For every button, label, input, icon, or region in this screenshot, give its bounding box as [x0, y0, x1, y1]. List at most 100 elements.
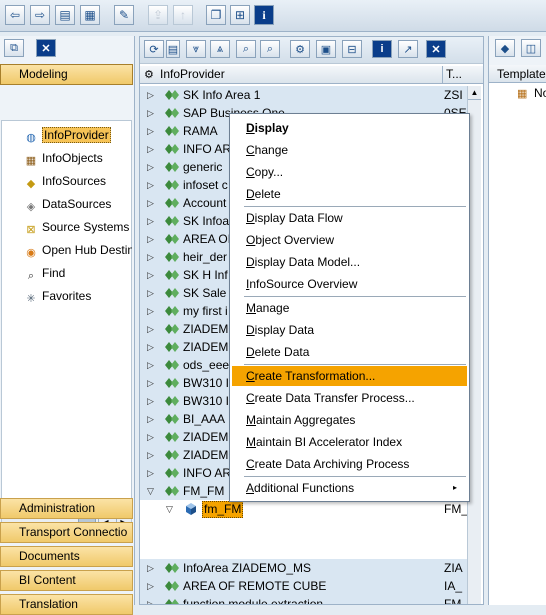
menu-item-manage[interactable]: Manage	[232, 298, 467, 318]
menu-item-create-dtp[interactable]: Create Data Transfer Process...	[232, 388, 467, 408]
pencil-icon[interactable]: ✎	[114, 5, 134, 25]
expand-node-icon[interactable]: ▷	[147, 595, 154, 604]
find-next-icon[interactable]: ⌕	[260, 40, 280, 58]
up-arrow-icon[interactable]: ↑	[173, 5, 193, 25]
tree-row-infocube[interactable]: ▽ fm_FM FM_	[140, 500, 467, 518]
expand-node-icon[interactable]: ▷	[147, 230, 154, 248]
find-icon[interactable]: ⌕	[236, 40, 256, 58]
menu-item-display-data[interactable]: Display Data	[232, 320, 467, 340]
nav-item-favorites[interactable]: ✳ Favorites	[24, 287, 132, 305]
menu-item-display[interactable]: Display	[232, 118, 467, 138]
expand-node-icon[interactable]: ▷	[147, 266, 154, 284]
nav-item-open-hub-destin[interactable]: ◉ Open Hub Destin	[24, 241, 132, 259]
nav-item-infoobjects[interactable]: ▦ InfoObjects	[24, 149, 132, 167]
top-toolbar: ⇦ ⇨ ▤ ▦ ✎ ⇪ ↑ ❐ ⊞ i	[0, 0, 546, 32]
expand-node-icon[interactable]: ▷	[147, 140, 154, 158]
expand-node-icon[interactable]: ▷	[147, 446, 154, 464]
pin-icon[interactable]: ↗	[398, 40, 418, 58]
administration-header[interactable]: Administration	[0, 498, 133, 519]
expand-node-icon[interactable]: ▷	[147, 194, 154, 212]
expand-node-icon[interactable]: ▷	[147, 559, 154, 577]
tree-row[interactable]: ▷ AREA OF REMOTE CUBE IA_	[140, 577, 467, 595]
nav-item-find[interactable]: ⌕ Find	[24, 264, 132, 282]
scroll-up-icon[interactable]: ▲	[468, 86, 481, 100]
nav-item-datasources[interactable]: ◈ DataSources	[24, 195, 132, 213]
template-item[interactable]: No	[534, 86, 546, 100]
expand-node-icon[interactable]: ▷	[147, 212, 154, 230]
expand-node-icon[interactable]: ▷	[147, 392, 154, 410]
menu-item-delete[interactable]: Delete	[232, 184, 467, 204]
tree-row[interactable]: ▷ function module extraction FM	[140, 595, 467, 604]
expand-node-icon[interactable]: ▷	[147, 122, 154, 140]
menu-item-maintain-bia-index[interactable]: Maintain BI Accelerator Index	[232, 432, 467, 452]
template-icon[interactable]: ◆	[495, 39, 515, 57]
tree-row[interactable]: ▷ SK Info Area 1 ZSI	[140, 86, 467, 104]
modeling-header[interactable]: Modeling	[0, 64, 133, 85]
cube-icon[interactable]: ◫	[521, 39, 541, 57]
expand-node-icon[interactable]: ▷	[147, 356, 154, 374]
table-view-icon[interactable]: ▤	[55, 5, 75, 25]
copy-window-icon[interactable]: ❐	[206, 5, 226, 25]
menu-item-create-archiving[interactable]: Create Data Archiving Process	[232, 454, 467, 474]
nav-item-source-systems[interactable]: ⊠ Source Systems	[24, 218, 132, 236]
settings-icon[interactable]: ▤	[166, 40, 180, 58]
expand-node-icon[interactable]: ▷	[147, 338, 154, 356]
forward-arrow-icon[interactable]: ⇨	[30, 5, 50, 25]
tree-row[interactable]: ▷ InfoArea ZIADEMO_MS ZIA	[140, 559, 467, 577]
menu-item-maintain-aggregates[interactable]: Maintain Aggregates	[232, 410, 467, 430]
transport-icon[interactable]: ⇪	[148, 5, 168, 25]
collapse-node-icon[interactable]: ▽	[166, 500, 173, 518]
collapse-icon[interactable]: ⩓	[210, 40, 230, 58]
close-icon[interactable]: ✕	[426, 40, 446, 58]
expand-node-icon[interactable]: ▷	[147, 248, 154, 266]
expand-node-icon[interactable]: ▷	[147, 410, 154, 428]
expand-node-icon[interactable]: ▷	[147, 577, 154, 595]
bi-content-header[interactable]: BI Content	[0, 570, 133, 591]
column-object-label: InfoProvider	[160, 67, 225, 81]
info-icon[interactable]: i	[372, 40, 392, 58]
expand-icon[interactable]: ⩔	[186, 40, 206, 58]
expand-node-icon[interactable]: ▷	[147, 374, 154, 392]
infoarea-icon	[165, 288, 179, 298]
hierarchy-icon[interactable]: ⊞	[230, 5, 250, 25]
expand-node-icon[interactable]: ▷	[147, 428, 154, 446]
menu-item-copy[interactable]: Copy...	[232, 162, 467, 182]
collapse-node-icon[interactable]: ▽	[147, 482, 154, 500]
documents-header[interactable]: Documents	[0, 546, 133, 567]
expand-node-icon[interactable]: ▷	[147, 104, 154, 122]
expand-node-icon[interactable]: ▷	[147, 284, 154, 302]
filter-icon[interactable]: ⚙	[290, 40, 310, 58]
menu-item-display-data-flow[interactable]: Display Data Flow	[232, 208, 467, 228]
infoprovider-icon: ◍	[26, 132, 36, 144]
tree-row-tech-name: ZSI	[444, 88, 463, 102]
tree-row-label: INFO AR	[183, 142, 232, 156]
nav-item-infoprovider[interactable]: ◍ InfoProvider	[24, 126, 132, 144]
display-icon[interactable]: ▣	[316, 40, 336, 58]
nav-item-infosources[interactable]: ◆ InfoSources	[24, 172, 132, 190]
menu-item-infosource-overview[interactable]: InfoSource Overview	[232, 274, 467, 294]
expand-node-icon[interactable]: ▷	[147, 86, 154, 104]
expand-node-icon[interactable]: ▷	[147, 320, 154, 338]
layout-icon[interactable]: ⊟	[342, 40, 362, 58]
menu-item-object-overview[interactable]: Object Overview	[232, 230, 467, 250]
infoarea-icon	[165, 342, 179, 352]
menu-item-display-data-model[interactable]: Display Data Model...	[232, 252, 467, 272]
expand-node-icon[interactable]: ▷	[147, 158, 154, 176]
refresh-icon[interactable]: ⟳	[144, 40, 164, 58]
close-icon[interactable]: ✕	[36, 39, 56, 57]
expand-node-icon[interactable]: ▷	[147, 302, 154, 320]
expand-node-icon[interactable]: ▷	[147, 176, 154, 194]
menu-item-label: aintain Aggregates	[256, 413, 356, 427]
panel-layout-icon[interactable]: ⧉	[4, 39, 24, 57]
expand-node-icon[interactable]: ▷	[147, 464, 154, 482]
menu-item-accelerator: C	[246, 369, 255, 383]
transport-connection-header[interactable]: Transport Connectio	[0, 522, 133, 543]
menu-item-delete-data[interactable]: Delete Data	[232, 342, 467, 362]
menu-item-additional-functions[interactable]: Additional Functions ▸	[232, 478, 467, 498]
menu-item-change[interactable]: Change	[232, 140, 467, 160]
info-icon[interactable]: i	[254, 5, 274, 25]
tree-row-label: SK Sale	[183, 286, 227, 300]
tree-view-icon[interactable]: ▦	[80, 5, 100, 25]
back-arrow-icon[interactable]: ⇦	[5, 5, 25, 25]
menu-item-create-transformation[interactable]: Create Transformation...	[232, 366, 467, 386]
